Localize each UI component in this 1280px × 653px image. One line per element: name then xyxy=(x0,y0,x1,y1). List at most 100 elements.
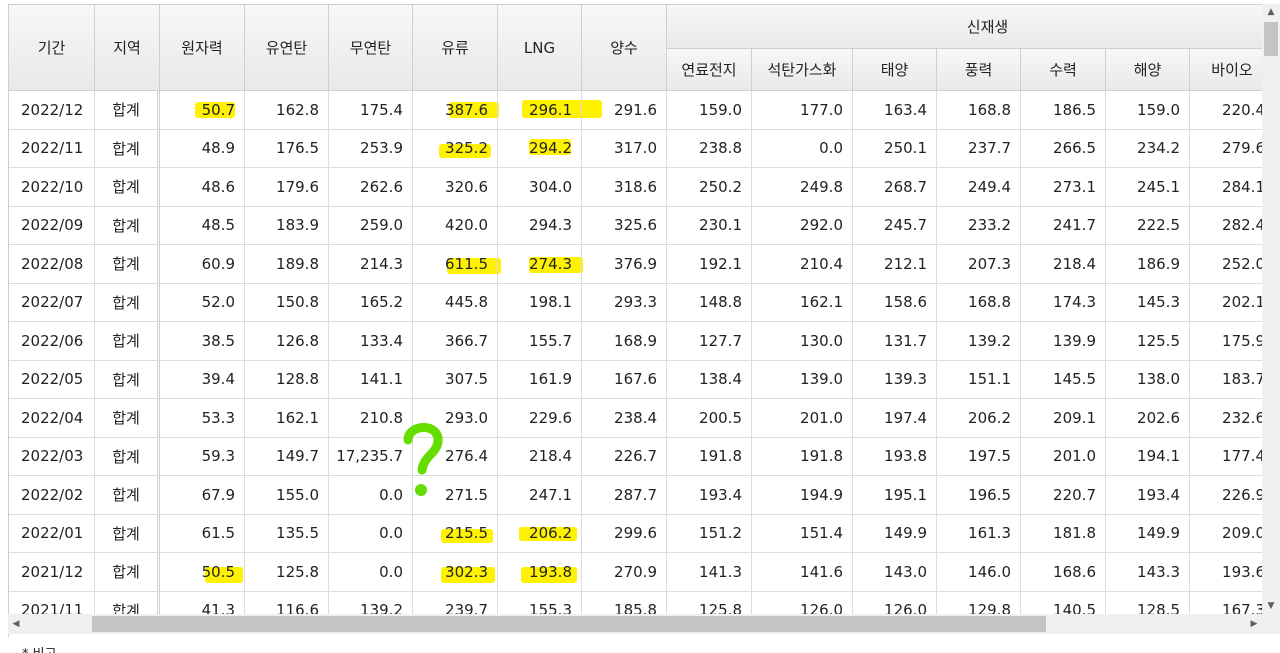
table-cell: 143.3 xyxy=(1106,553,1190,592)
table-cell: 125.8 xyxy=(245,553,329,592)
header-region[interactable]: 지역 xyxy=(95,5,160,91)
table-cell: 186.9 xyxy=(1106,245,1190,284)
table-cell: 138.0 xyxy=(1106,360,1190,399)
table-cell: 293.3 xyxy=(582,283,667,322)
table-cell: 2021/12 xyxy=(9,553,95,592)
table-cell: 162.1 xyxy=(245,399,329,438)
header-period[interactable]: 기간 xyxy=(9,5,95,91)
table-cell: 193.8 xyxy=(853,437,937,476)
table-cell: 296.1 xyxy=(498,91,582,130)
header-fuel-cell[interactable]: 연료전지 xyxy=(667,49,752,91)
table-cell: 159.0 xyxy=(1106,91,1190,130)
scroll-down-arrow-icon[interactable]: ▼ xyxy=(1262,598,1280,614)
footer-note: * 비고 xyxy=(22,643,57,653)
table-cell: 266.5 xyxy=(1021,129,1106,168)
scrollbar-corner xyxy=(1262,614,1280,634)
table-cell: 163.4 xyxy=(853,91,937,130)
table-cell: 158.6 xyxy=(853,283,937,322)
table-cell: 2022/04 xyxy=(9,399,95,438)
table-cell: 202.6 xyxy=(1106,399,1190,438)
table-cell: 245.1 xyxy=(1106,168,1190,207)
table-cell: 130.0 xyxy=(752,322,853,361)
table-cell: 294.3 xyxy=(498,206,582,245)
table-cell: 168.8 xyxy=(937,91,1021,130)
table-cell: 52.0 xyxy=(160,283,245,322)
header-renewable-group[interactable]: 신재생 xyxy=(667,5,1280,49)
table-cell: 128.8 xyxy=(245,360,329,399)
table-cell: 146.0 xyxy=(937,553,1021,592)
header-pumped-storage[interactable]: 양수 xyxy=(582,5,667,91)
table-cell: 합계 xyxy=(95,245,160,284)
table-cell: 139.3 xyxy=(853,360,937,399)
table-cell: 299.6 xyxy=(582,514,667,553)
table-cell: 2022/05 xyxy=(9,360,95,399)
header-ocean[interactable]: 해양 xyxy=(1106,49,1190,91)
table-cell: 174.3 xyxy=(1021,283,1106,322)
table-cell: 276.4 xyxy=(413,437,498,476)
table-cell: 420.0 xyxy=(413,206,498,245)
table-cell: 317.0 xyxy=(582,129,667,168)
table-cell: 218.4 xyxy=(498,437,582,476)
scroll-right-arrow-icon[interactable]: ▶ xyxy=(1246,614,1262,634)
table-cell: 253.9 xyxy=(329,129,413,168)
table-cell: 133.4 xyxy=(329,322,413,361)
table-cell: 2022/07 xyxy=(9,283,95,322)
table-cell: 230.1 xyxy=(667,206,752,245)
table-cell: 합계 xyxy=(95,553,160,592)
table-cell: 262.6 xyxy=(329,168,413,207)
table-cell: 247.1 xyxy=(498,476,582,515)
table-cell: 611.5 xyxy=(413,245,498,284)
header-coal-gasification[interactable]: 석탄가스화 xyxy=(752,49,853,91)
header-lng[interactable]: LNG xyxy=(498,5,582,91)
table-cell: 162.1 xyxy=(752,283,853,322)
table-cell: 합계 xyxy=(95,476,160,515)
table-cell: 합계 xyxy=(95,360,160,399)
table-cell: 193.4 xyxy=(1106,476,1190,515)
vertical-scrollbar[interactable]: ▲ ▼ xyxy=(1262,4,1280,614)
table-cell: 292.0 xyxy=(752,206,853,245)
horizontal-scroll-thumb[interactable] xyxy=(92,616,1046,632)
table-cell: 2022/08 xyxy=(9,245,95,284)
table-cell: 197.5 xyxy=(937,437,1021,476)
header-hydro[interactable]: 수력 xyxy=(1021,49,1106,91)
table-cell: 161.9 xyxy=(498,360,582,399)
scroll-up-arrow-icon[interactable]: ▲ xyxy=(1262,4,1280,20)
table-cell: 175.4 xyxy=(329,91,413,130)
table-cell: 143.0 xyxy=(853,553,937,592)
table-cell: 148.8 xyxy=(667,283,752,322)
horizontal-scrollbar[interactable]: ◀ ▶ xyxy=(8,614,1262,634)
header-bituminous-coal[interactable]: 유연탄 xyxy=(245,5,329,91)
table-cell: 273.1 xyxy=(1021,168,1106,207)
table-cell: 226.7 xyxy=(582,437,667,476)
table-cell: 387.6 xyxy=(413,91,498,130)
table-cell: 38.5 xyxy=(160,322,245,361)
table-cell: 241.7 xyxy=(1021,206,1106,245)
table-cell: 318.6 xyxy=(582,168,667,207)
table-cell: 2022/12 xyxy=(9,91,95,130)
table-cell: 294.2 xyxy=(498,129,582,168)
table-cell: 48.9 xyxy=(160,129,245,168)
table-cell: 141.1 xyxy=(329,360,413,399)
header-anthracite[interactable]: 무연탄 xyxy=(329,5,413,91)
table-cell: 249.4 xyxy=(937,168,1021,207)
table-cell: 274.3 xyxy=(498,245,582,284)
table-cell: 366.7 xyxy=(413,322,498,361)
table-cell: 합계 xyxy=(95,91,160,130)
table-cell: 168.8 xyxy=(937,283,1021,322)
table-cell: 192.1 xyxy=(667,245,752,284)
table-cell: 376.9 xyxy=(582,245,667,284)
table-cell: 193.4 xyxy=(667,476,752,515)
data-grid: 기간 지역 원자력 유연탄 무연탄 유류 LNG 양수 신재생 연료전지 석탄가스화 태양 풍력 수력 해양… xyxy=(8,4,1280,637)
header-solar[interactable]: 태양 xyxy=(853,49,937,91)
header-oil[interactable]: 유류 xyxy=(413,5,498,91)
vertical-scroll-thumb[interactable] xyxy=(1264,22,1278,56)
table-cell: 149.7 xyxy=(245,437,329,476)
table-cell: 325.6 xyxy=(582,206,667,245)
header-wind[interactable]: 풍력 xyxy=(937,49,1021,91)
scroll-left-arrow-icon[interactable]: ◀ xyxy=(8,614,24,634)
table-cell: 237.7 xyxy=(937,129,1021,168)
table-cell: 139.9 xyxy=(1021,322,1106,361)
table-cell: 2022/01 xyxy=(9,514,95,553)
header-nuclear[interactable]: 원자력 xyxy=(160,5,245,91)
table-cell: 167.6 xyxy=(582,360,667,399)
